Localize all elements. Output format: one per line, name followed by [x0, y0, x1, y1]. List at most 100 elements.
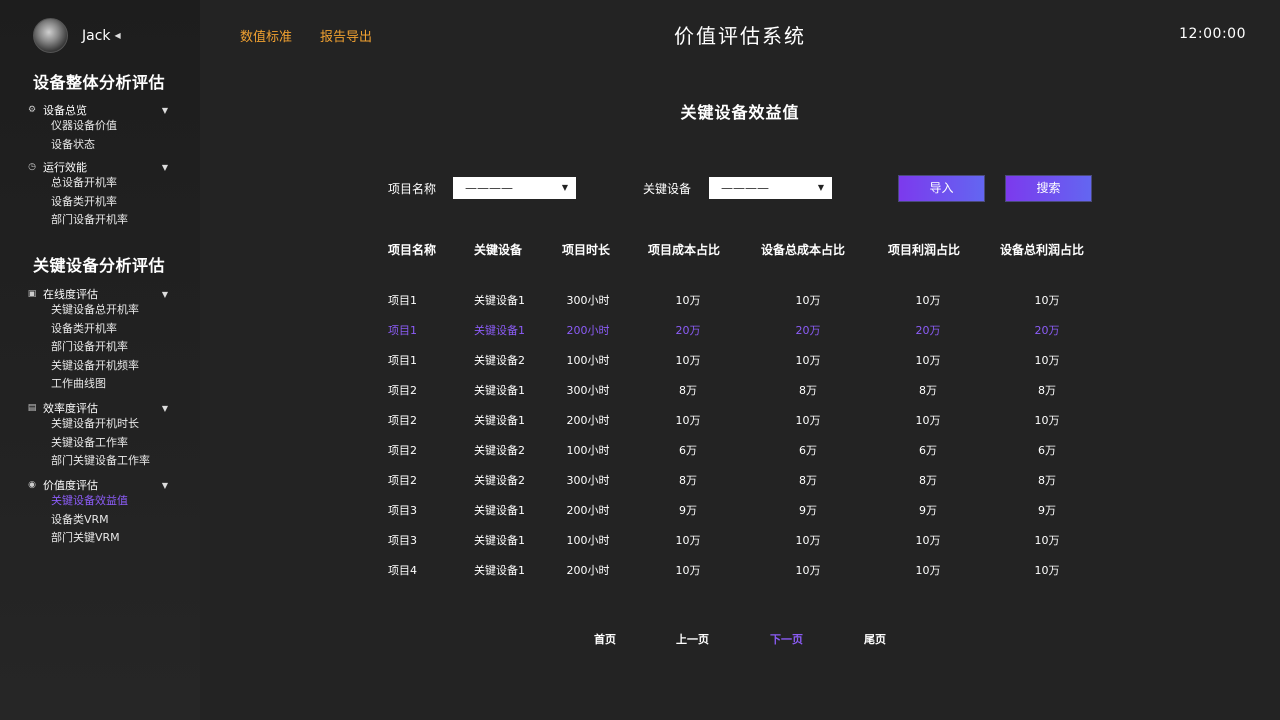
caret-down-icon: ▼	[162, 481, 168, 490]
page-title: 关键设备效益值	[540, 99, 940, 123]
search-button[interactable]: 搜索	[1005, 175, 1092, 202]
table-header: 关键设备	[474, 241, 522, 258]
table-cell: 300小时	[567, 382, 610, 398]
table-header: 项目名称	[388, 241, 436, 258]
sidebar-group-head[interactable]: ⚙ 设备总览 ▼	[26, 103, 168, 117]
table-cell: 项目1	[388, 352, 417, 368]
sidebar-item[interactable]: 仪器设备价值	[26, 117, 168, 136]
sidebar-group-online: ▣ 在线度评估 ▼ 关键设备总开机率 设备类开机率 部门设备开机率 关键设备开机…	[26, 287, 168, 394]
table-cell: 200小时	[567, 412, 610, 428]
table-cell: 关键设备1	[474, 562, 525, 578]
sidebar-group-head[interactable]: ◷ 运行效能 ▼	[26, 160, 168, 174]
table-cell: 10万	[796, 532, 821, 548]
value-icon: ◉	[26, 480, 38, 490]
device-select-value: ————	[721, 181, 769, 195]
table-cell: 10万	[916, 352, 941, 368]
sidebar-item[interactable]: 设备类开机率	[26, 320, 168, 339]
table-cell: 关键设备1	[474, 382, 525, 398]
caret-down-icon: ▼	[162, 290, 168, 299]
table-cell: 9万	[1038, 502, 1056, 518]
caret-down-icon: ▼	[162, 106, 168, 115]
gear-icon: ⚙	[26, 105, 38, 115]
sidebar-item[interactable]: 部门设备开机率	[26, 338, 168, 357]
sidebar-item[interactable]: 设备状态	[26, 136, 168, 155]
table-cell: 10万	[676, 412, 701, 428]
table-cell: 关键设备1	[474, 322, 525, 338]
table-cell: 关键设备1	[474, 292, 525, 308]
table-cell: 10万	[1035, 562, 1060, 578]
table-header: 项目利润占比	[888, 241, 960, 258]
sidebar-item-active[interactable]: 关键设备效益值	[26, 492, 168, 511]
table-cell: 100小时	[567, 442, 610, 458]
table-cell: 8万	[799, 382, 817, 398]
table-cell: 关键设备1	[474, 532, 525, 548]
table-cell: 8万	[919, 472, 937, 488]
table-cell: 10万	[676, 532, 701, 548]
prev-page-button[interactable]: 上一页	[676, 631, 709, 647]
table-cell: 9万	[799, 502, 817, 518]
table-cell: 6万	[1038, 442, 1056, 458]
table-cell: 20万	[1035, 322, 1060, 338]
sidebar-group-head[interactable]: ◉ 价值度评估 ▼	[26, 478, 168, 492]
table-cell: 10万	[796, 562, 821, 578]
table-cell: 8万	[679, 382, 697, 398]
sidebar-group-performance: ◷ 运行效能 ▼ 总设备开机率 设备类开机率 部门设备开机率	[26, 160, 168, 230]
sidebar-item[interactable]: 关键设备总开机率	[26, 301, 168, 320]
table-cell: 200小时	[567, 562, 610, 578]
clock: 12:00:00	[1179, 26, 1246, 42]
clock-icon: ◷	[26, 162, 38, 172]
table-header: 项目成本占比	[648, 241, 720, 258]
app-title: 价值评估系统	[0, 20, 1280, 49]
table-cell: 10万	[676, 562, 701, 578]
sidebar-group-head[interactable]: ▣ 在线度评估 ▼	[26, 287, 168, 301]
table-header: 项目时长	[562, 241, 610, 258]
first-page-button[interactable]: 首页	[594, 631, 616, 647]
table-cell: 20万	[796, 322, 821, 338]
sidebar-item[interactable]: 工作曲线图	[26, 375, 168, 394]
sidebar: Jack ◀ 设备整体分析评估 ⚙ 设备总览 ▼ 仪器设备价值 设备状态 ◷ 运…	[0, 0, 200, 720]
sidebar-item[interactable]: 设备类VRM	[26, 511, 168, 530]
table-cell: 200小时	[567, 322, 610, 338]
calendar-icon: ▣	[26, 289, 38, 299]
table-cell: 200小时	[567, 502, 610, 518]
table-cell: 6万	[799, 442, 817, 458]
caret-down-icon: ▼	[162, 404, 168, 413]
table-header: 设备总成本占比	[761, 241, 845, 258]
import-button[interactable]: 导入	[898, 175, 985, 202]
table-cell: 8万	[799, 472, 817, 488]
table-cell: 6万	[679, 442, 697, 458]
sidebar-item[interactable]: 总设备开机率	[26, 174, 168, 193]
sidebar-group-head[interactable]: ▤ 效率度评估 ▼	[26, 401, 168, 415]
sidebar-item[interactable]: 部门关键设备工作率	[26, 452, 168, 471]
table-cell: 100小时	[567, 352, 610, 368]
table-cell: 项目1	[388, 322, 417, 338]
sidebar-item[interactable]: 关键设备开机时长	[26, 415, 168, 434]
table-cell: 关键设备2	[474, 442, 525, 458]
project-select-value: ————	[465, 181, 513, 195]
sidebar-item[interactable]: 设备类开机率	[26, 193, 168, 212]
table-cell: 10万	[916, 292, 941, 308]
sidebar-item[interactable]: 关键设备工作率	[26, 434, 168, 453]
table-cell: 8万	[1038, 472, 1056, 488]
last-page-button[interactable]: 尾页	[864, 631, 886, 647]
table-cell: 项目2	[388, 442, 417, 458]
sidebar-item[interactable]: 部门关键VRM	[26, 529, 168, 548]
sidebar-item[interactable]: 关键设备开机频率	[26, 357, 168, 376]
section-title-key: 关键设备分析评估	[33, 252, 165, 276]
table-cell: 10万	[676, 352, 701, 368]
table-cell: 项目4	[388, 562, 417, 578]
table-cell: 10万	[1035, 532, 1060, 548]
table-cell: 项目3	[388, 532, 417, 548]
next-page-button[interactable]: 下一页	[770, 631, 803, 647]
table-cell: 10万	[1035, 412, 1060, 428]
document-icon: ▤	[26, 403, 38, 413]
table-cell: 8万	[1038, 382, 1056, 398]
section-title-overall: 设备整体分析评估	[33, 69, 165, 93]
table-cell: 9万	[679, 502, 697, 518]
project-select[interactable]: ———— ▼	[453, 177, 576, 199]
table-cell: 10万	[796, 352, 821, 368]
table-cell: 关键设备1	[474, 502, 525, 518]
sidebar-item[interactable]: 部门设备开机率	[26, 211, 168, 230]
group-label: 设备总览	[43, 102, 162, 118]
device-select[interactable]: ———— ▼	[709, 177, 832, 199]
